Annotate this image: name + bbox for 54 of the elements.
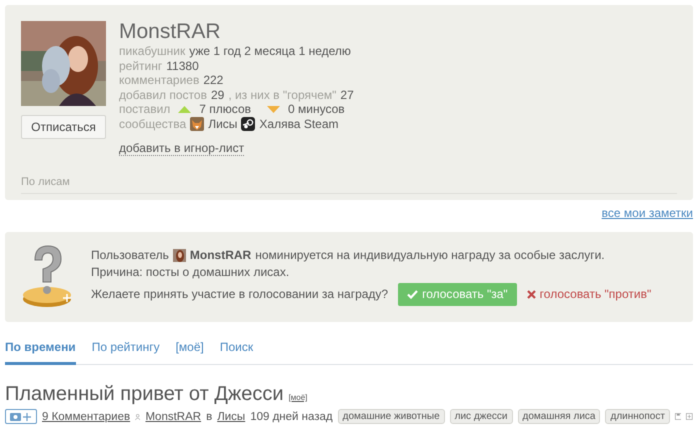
sort-tab[interactable]: По рейтингу <box>92 336 160 365</box>
close-icon <box>526 290 536 299</box>
stat-label: , из них в "горячем" <box>228 88 336 102</box>
tag[interactable]: лис джесси <box>450 409 513 424</box>
meta-text: в <box>206 410 212 422</box>
tag[interactable]: домашняя лиса <box>518 409 600 424</box>
stat-label: рейтинг <box>119 58 162 73</box>
vote-question: Желаете принять участие в голосовании за награду? <box>91 287 388 302</box>
mine-link[interactable]: [моё] <box>288 393 308 402</box>
vote-against-button[interactable]: голосовать "против" <box>526 287 652 302</box>
community-link[interactable]: Лисы <box>208 116 238 131</box>
stat-value: 7 плюсов <box>199 102 251 116</box>
ignore-link[interactable]: добавить в игнор-лист <box>119 142 244 156</box>
stat-value: 27 <box>340 88 354 102</box>
up-triangle-icon <box>178 106 192 113</box>
add-photo-button[interactable] <box>5 409 37 424</box>
award-reason: Причина: посты о домашних лисах. <box>91 264 290 279</box>
steam-icon <box>241 116 256 131</box>
check-icon <box>407 290 418 299</box>
notes-link[interactable]: все мои заметки <box>602 206 693 220</box>
user-link[interactable]: MonstRAR <box>190 248 252 263</box>
tag[interactable]: длиннопост <box>605 409 670 424</box>
stat-label: пикабушник <box>119 44 186 58</box>
stat-label: добавил постов <box>119 88 207 102</box>
stat-value: 222 <box>203 73 224 88</box>
stat-label: поставил <box>119 102 170 116</box>
stat-label: комментариев <box>119 73 200 88</box>
user-name: MonstRAR <box>119 21 222 43</box>
post-time: 109 дней назад <box>250 410 333 422</box>
avatar-icon <box>172 249 186 262</box>
save-icon[interactable] <box>674 411 682 422</box>
tag[interactable]: домашние животные <box>338 409 445 424</box>
author-link[interactable]: MonstRAR <box>145 410 202 422</box>
community-link[interactable]: Лисы <box>217 410 246 422</box>
stat-value: 29 <box>210 88 224 102</box>
unsubscribe-button[interactable]: Отписаться <box>21 115 106 139</box>
comments-link[interactable]: 9 Комментариев <box>42 410 130 422</box>
sort-tab[interactable]: По времени <box>5 336 76 365</box>
community-link[interactable]: Халява Steam <box>259 116 338 131</box>
sort-tab[interactable]: [моё] <box>176 336 204 365</box>
user-icon <box>135 412 140 422</box>
stat-value: 11380 <box>166 58 199 73</box>
camera-plus-icon <box>9 411 33 422</box>
stat-value: 0 минусов <box>288 102 345 116</box>
post-title[interactable]: Пламенный привет от Джесси <box>5 383 284 406</box>
plus-icon[interactable] <box>686 411 693 422</box>
stat-value: уже 1 год 2 месяца 1 неделю <box>189 44 351 58</box>
award-text: Пользователь <box>91 248 169 263</box>
fox-icon <box>190 116 204 131</box>
sort-tab[interactable]: Поиск <box>220 336 254 365</box>
stat-label: сообщества <box>119 116 186 131</box>
award-text: номинируется на индивидуальную награду за особые заслуги. <box>255 248 605 263</box>
note-text: По лисам <box>21 176 677 194</box>
down-triangle-icon <box>267 106 280 113</box>
